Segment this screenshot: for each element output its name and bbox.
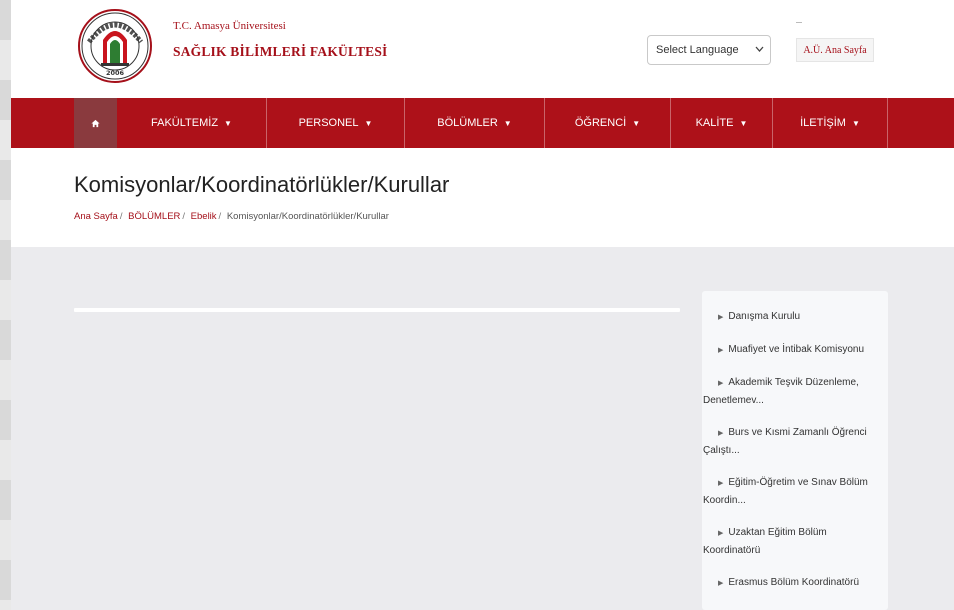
triangle-right-icon: ▶ bbox=[718, 314, 724, 321]
triangle-right-icon: ▶ bbox=[718, 530, 724, 537]
university-logo[interactable]: 2006 bbox=[75, 2, 155, 90]
triangle-right-icon: ▶ bbox=[718, 430, 724, 437]
nav-item-label: İLETİŞİM bbox=[800, 117, 846, 129]
nav-item-label: KALİTE bbox=[695, 117, 734, 129]
caret-down-icon: ▼ bbox=[224, 118, 232, 128]
sidebar-item-uzaktan-egitim[interactable]: ▶ Uzaktan Eğitim Bölüm Koordinatörü bbox=[702, 524, 888, 559]
university-home-link[interactable]: A.Ü. Ana Sayfa bbox=[796, 38, 874, 62]
caret-down-icon: ▼ bbox=[851, 118, 860, 128]
sidebar-item-muafiyet[interactable]: ▶ Muafiyet ve İntibak Komisyonu bbox=[702, 341, 888, 359]
nav-item-ogrenci[interactable]: ÖĞRENCİ ▼ bbox=[545, 98, 671, 148]
sidebar-item-erasmus[interactable]: ▶ Erasmus Bölüm Koordinatörü bbox=[702, 574, 888, 592]
nav-home-button[interactable] bbox=[74, 98, 117, 148]
caret-down-icon: ▼ bbox=[739, 118, 748, 128]
breadcrumb-link-home[interactable]: Ana Sayfa bbox=[74, 211, 118, 222]
sidebar-item-label: Akademik Teşvik Düzenleme, Denetlemev... bbox=[703, 377, 859, 406]
chevron-down-icon bbox=[755, 42, 764, 59]
page-header: Komisyonlar/Koordinatörlükler/Kurullar A… bbox=[11, 148, 954, 247]
sidebar-item-label: Eğitim-Öğretim ve Sınav Bölüm Koordin... bbox=[703, 477, 868, 506]
breadcrumb-link-bolumler[interactable]: BÖLÜMLER bbox=[128, 211, 180, 222]
triangle-right-icon: ▶ bbox=[718, 347, 724, 354]
nav-item-label: ÖĞRENCİ bbox=[574, 117, 627, 129]
header-divider-mark bbox=[796, 22, 802, 23]
triangle-right-icon: ▶ bbox=[718, 480, 724, 487]
content-area-bar bbox=[74, 308, 680, 312]
sidebar-item-label: Erasmus Bölüm Koordinatörü bbox=[728, 577, 860, 588]
breadcrumb: Ana Sayfa / BÖLÜMLER / Ebelik / Komisyonlar… bbox=[74, 211, 389, 222]
triangle-right-icon: ▶ bbox=[718, 380, 724, 387]
sidebar-item-label: Muafiyet ve İntibak Komisyonu bbox=[728, 344, 865, 355]
faculty-name[interactable]: SAĞLIK BİLİMLERİ FAKÜLTESİ bbox=[173, 44, 388, 60]
breadcrumb-separator: / bbox=[218, 211, 222, 222]
breadcrumb-separator: / bbox=[119, 211, 123, 222]
left-edge-strip bbox=[0, 0, 11, 610]
sidebar-item-burs[interactable]: ▶ Burs ve Kısmi Zamanlı Öğrenci Çalıştı..… bbox=[702, 424, 888, 459]
main-navbar: FAKÜLTEMİZ ▼ PERSONEL ▼ BÖLÜMLER ▼ ÖĞRENCİ ▼… bbox=[11, 98, 954, 148]
nav-item-label: BÖLÜMLER bbox=[437, 117, 498, 129]
sidebar-item-egitim-ogretim[interactable]: ▶ Eğitim-Öğretim ve Sınav Bölüm Koordin..… bbox=[702, 474, 888, 509]
home-icon bbox=[91, 119, 100, 127]
caret-down-icon: ▼ bbox=[632, 118, 641, 128]
sidebar-menu: ▶ Danışma Kurulu ▶ Muafiyet ve İntibak Kom… bbox=[702, 291, 888, 610]
nav-item-personel[interactable]: PERSONEL ▼ bbox=[267, 98, 405, 148]
breadcrumb-link-ebelik[interactable]: Ebelik bbox=[191, 211, 217, 222]
breadcrumb-separator: / bbox=[182, 211, 186, 222]
nav-item-kalite[interactable]: KALİTE ▼ bbox=[671, 98, 773, 148]
logo-year: 2006 bbox=[106, 69, 125, 77]
site-header: 2006 T.C. Amasya Üniversitesi SAĞLIK BİL… bbox=[11, 0, 954, 98]
breadcrumb-current: Komisyonlar/Koordinatörlükler/Kurullar bbox=[226, 211, 389, 222]
sidebar-item-akademik-tesvik[interactable]: ▶ Akademik Teşvik Düzenleme, Denetlemev..… bbox=[702, 374, 888, 409]
nav-item-bolumler[interactable]: BÖLÜMLER ▼ bbox=[405, 98, 545, 148]
sidebar-item-danisma-kurulu[interactable]: ▶ Danışma Kurulu bbox=[702, 308, 888, 326]
caret-down-icon: ▼ bbox=[503, 118, 512, 128]
nav-item-fakultemiz[interactable]: FAKÜLTEMİZ ▼ bbox=[117, 98, 267, 148]
triangle-right-icon: ▶ bbox=[718, 580, 724, 587]
page-title: Komisyonlar/Koordinatörlükler/Kurullar bbox=[74, 172, 450, 197]
language-select[interactable]: Select Language bbox=[647, 35, 771, 65]
sidebar-item-label: Danışma Kurulu bbox=[728, 311, 801, 322]
nav-item-label: FAKÜLTEMİZ bbox=[151, 117, 219, 129]
language-select-value: Select Language bbox=[656, 44, 739, 56]
university-name: T.C. Amasya Üniversitesi bbox=[173, 20, 286, 32]
nav-item-iletisim[interactable]: İLETİŞİM ▼ bbox=[773, 98, 888, 148]
caret-down-icon: ▼ bbox=[364, 118, 373, 128]
sidebar-item-label: Burs ve Kısmi Zamanlı Öğrenci Çalıştı... bbox=[703, 427, 867, 456]
nav-item-label: PERSONEL bbox=[298, 117, 359, 129]
